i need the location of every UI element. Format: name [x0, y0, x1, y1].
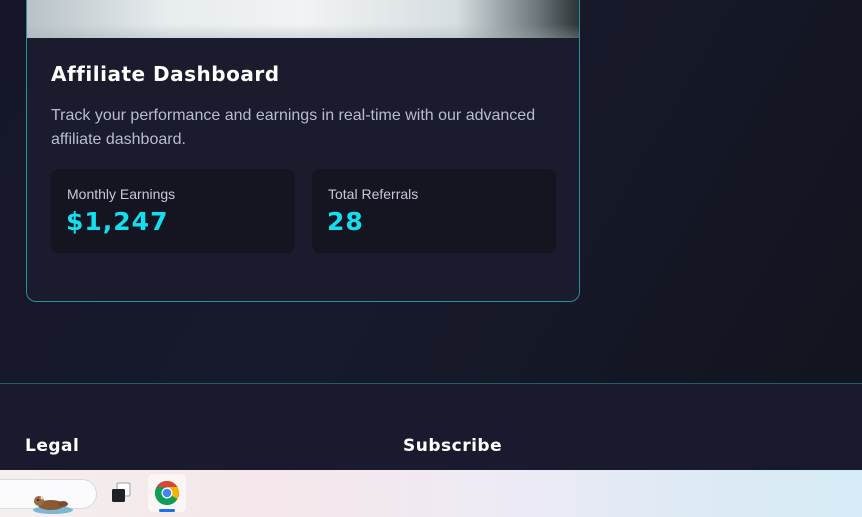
stat-monthly-earnings: Monthly Earnings $1,247 [51, 169, 295, 253]
stat-value: $1,247 [66, 207, 169, 236]
card-description: Track your performance and earnings in r… [51, 107, 536, 148]
taskbar-search-box[interactable] [0, 479, 97, 514]
chrome-icon [154, 481, 179, 506]
card-title: Affiliate Dashboard [51, 62, 280, 86]
stat-label: Total Referrals [328, 186, 419, 202]
affiliate-dashboard-card: Affiliate Dashboard Track your performan… [26, 0, 580, 302]
stat-value: 28 [327, 207, 364, 236]
otter-widget-icon [33, 496, 73, 514]
card-header-image [27, 0, 579, 38]
stat-total-referrals: Total Referrals 28 [312, 169, 556, 253]
task-view-icon[interactable] [108, 480, 134, 506]
chrome-taskbar-button[interactable] [148, 474, 186, 512]
stat-label: Monthly Earnings [67, 186, 176, 202]
chrome-active-indicator [159, 509, 175, 512]
footer-heading-subscribe: Subscribe [403, 436, 503, 456]
footer-heading-legal: Legal [25, 436, 80, 456]
site-footer: Legal Subscribe [0, 383, 862, 473]
